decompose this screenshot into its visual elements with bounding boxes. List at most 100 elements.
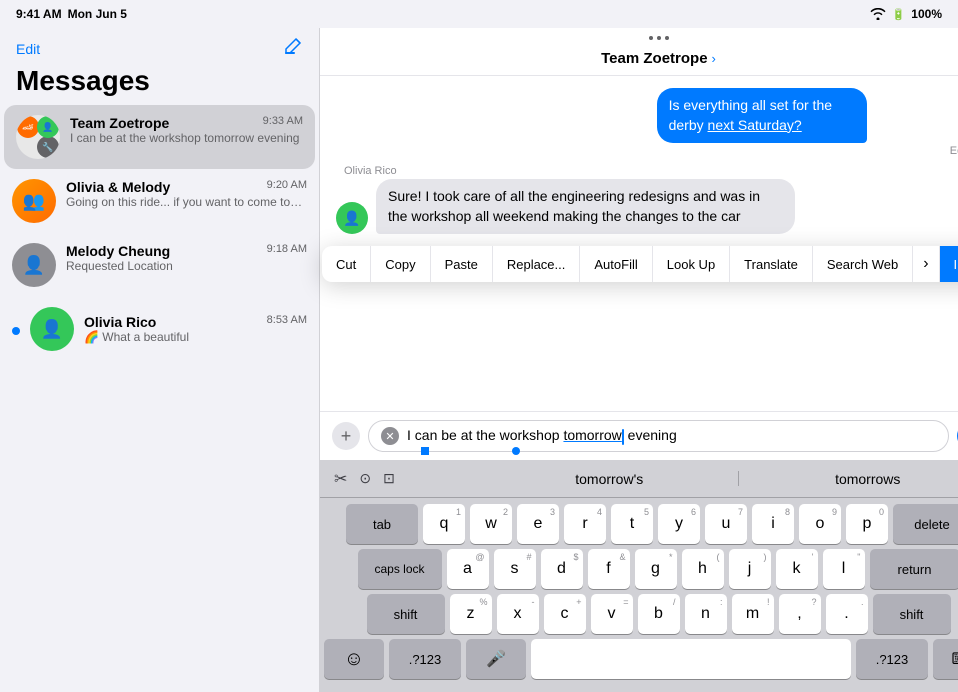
message-row-outgoing: Is everything all set for the derby next… [336,88,958,157]
keyboard-row-2: caps lock @a #s $d &f *g (h )j 'k "l ret… [324,549,958,589]
key-o[interactable]: 9o [799,504,841,544]
key-h[interactable]: (h [682,549,724,589]
context-copy[interactable]: Copy [371,246,430,282]
key-f[interactable]: &f [588,549,630,589]
key-x[interactable]: -x [497,594,539,634]
messages-panel: Edit Messages 🏎 🔧 👤 Tea [0,28,320,692]
avatar-olivia-melody: 👥 [12,179,56,223]
edit-button[interactable]: Edit [16,41,40,57]
key-keyboard[interactable]: ⌨ [933,639,958,679]
add-attachment-button[interactable]: + [332,422,360,450]
copy-tool-icon[interactable]: ⊙ [355,468,375,489]
key-period[interactable]: .. [826,594,868,634]
key-shift-left[interactable]: shift [367,594,445,634]
conversation-item-olivia-rico[interactable]: 👤 Olivia Rico 8:53 AM 🌈 What a beautiful [0,297,319,361]
autocomplete-suggestions: tomorrow's tomorrows [480,467,958,491]
key-numbers-left[interactable]: .?123 [389,639,461,679]
conversation-item-team-zoetrope[interactable]: 🏎 🔧 👤 Team Zoetrope 9:33 AM I can be at … [4,105,315,169]
context-translate[interactable]: Translate [730,246,813,282]
key-z[interactable]: %z [450,594,492,634]
conversation-preview: Going on this ride... if you want to com… [66,195,307,209]
message-bubble-outgoing: Is everything all set for the derby next… [657,88,868,143]
key-g[interactable]: *g [635,549,677,589]
autocomplete-suggestion-1[interactable]: tomorrows [739,467,958,491]
conversation-name: Olivia Rico [84,314,156,330]
unread-indicator [12,327,20,335]
avatar-sender: 👤 [336,202,368,234]
sender-name: Olivia Rico [344,165,958,177]
key-capslock[interactable]: caps lock [358,549,442,589]
key-space[interactable] [531,639,851,679]
key-tab[interactable]: tab [346,504,418,544]
chat-header: Team Zoetrope › [320,28,958,76]
key-a[interactable]: @a [447,549,489,589]
key-shift-right[interactable]: shift [873,594,951,634]
key-b[interactable]: /b [638,594,680,634]
conversation-time: 9:20 AM [267,179,307,195]
message-list: 🏎 🔧 👤 Team Zoetrope 9:33 AM I can be at … [0,105,319,692]
conversation-preview: Requested Location [66,259,307,273]
key-y[interactable]: 6y [658,504,700,544]
conversation-content: Team Zoetrope 9:33 AM I can be at the wo… [70,115,303,145]
conversation-content: Olivia & Melody 9:20 AM Going on this ri… [66,179,307,209]
context-replace[interactable]: Replace... [493,246,581,282]
compose-button[interactable] [283,36,303,61]
paste-tool-icon[interactable]: ⊡ [379,468,399,489]
key-e[interactable]: 3e [517,504,559,544]
keyboard-row-3: shift %z -x +c =v /b :n !m ?, .. shift [324,594,958,634]
conversation-item-olivia-melody[interactable]: 👥 Olivia & Melody 9:20 AM Going on this … [0,169,319,233]
chat-input-wrapper: ✕ I can be at the workshop tomorrow even… [368,420,949,452]
key-p[interactable]: 0p [846,504,888,544]
message-input[interactable]: I can be at the workshop tomorrow evenin… [407,427,936,444]
keyboard-row-4: ☺ .?123 🎤 .?123 ⌨ [324,639,958,679]
chat-panel: Team Zoetrope › Is everything all set fo… [320,28,958,692]
context-lookup[interactable]: Look Up [653,246,730,282]
clear-input-button[interactable]: ✕ [381,427,399,445]
key-l[interactable]: "l [823,549,865,589]
context-autofill[interactable]: AutoFill [580,246,652,282]
key-r[interactable]: 4r [564,504,606,544]
context-search-web[interactable]: Search Web [813,246,913,282]
context-more-button[interactable]: › [913,246,939,282]
keyboard: tab 1q 2w 3e 4r 5t 6y 7u 8i 9o 0p delete… [320,498,958,692]
cut-tool-icon[interactable]: ✂ [330,467,351,491]
avatar-team-zoetrope: 🏎 🔧 👤 [16,115,60,159]
main-layout: Edit Messages 🏎 🔧 👤 Tea [0,28,958,692]
status-bar-left: 9:41 AM Mon Jun 5 [16,7,127,21]
key-u[interactable]: 7u [705,504,747,544]
context-extra[interactable]: I can do? [940,246,958,282]
status-bar: 9:41 AM Mon Jun 5 🔋 100% [0,0,958,28]
keyboard-row-1: tab 1q 2w 3e 4r 5t 6y 7u 8i 9o 0p delete [324,504,958,544]
conversation-name: Melody Cheung [66,243,170,259]
key-n[interactable]: :n [685,594,727,634]
context-cut[interactable]: Cut [322,246,371,282]
key-delete[interactable]: delete [893,504,958,544]
conversation-time: 8:53 AM [267,314,307,330]
key-comma[interactable]: ?, [779,594,821,634]
conversation-time: 9:18 AM [267,243,307,259]
key-j[interactable]: )j [729,549,771,589]
status-time: 9:41 AM [16,7,62,21]
conversation-item-melody-cheung[interactable]: 👤 Melody Cheung 9:18 AM Requested Locati… [0,233,319,297]
key-t[interactable]: 5t [611,504,653,544]
key-v[interactable]: =v [591,594,633,634]
key-q[interactable]: 1q [423,504,465,544]
key-mic[interactable]: 🎤 [466,639,526,679]
key-emoji[interactable]: ☺ [324,639,384,679]
key-d[interactable]: $d [541,549,583,589]
autocomplete-suggestion-0[interactable]: tomorrow's [480,467,739,491]
text-tools: ✂ ⊙ ⊡ [320,467,480,491]
message-link[interactable]: next Saturday? [708,117,802,133]
chat-header-chevron-icon[interactable]: › [712,51,716,66]
key-i[interactable]: 8i [752,504,794,544]
key-m[interactable]: !m [732,594,774,634]
avatar-olivia-rico: 👤 [30,307,74,351]
key-k[interactable]: 'k [776,549,818,589]
key-s[interactable]: #s [494,549,536,589]
key-numbers-right[interactable]: .?123 [856,639,928,679]
key-w[interactable]: 2w [470,504,512,544]
key-return[interactable]: return [870,549,958,589]
message-row: 👤 Sure! I took care of all the engineeri… [336,179,958,234]
context-paste[interactable]: Paste [431,246,493,282]
key-c[interactable]: +c [544,594,586,634]
